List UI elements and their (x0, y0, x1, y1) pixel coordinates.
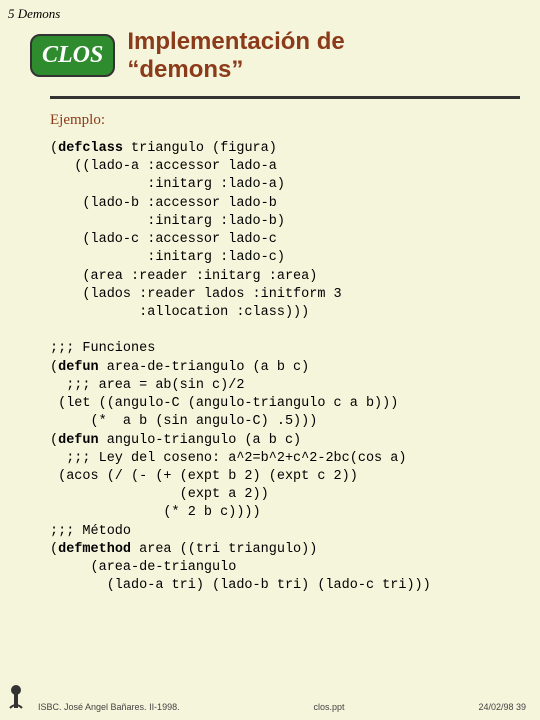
logo-icon (6, 684, 26, 712)
chapter-label: 5 Demons (8, 6, 60, 22)
code-line: ;;; Método (50, 524, 131, 539)
keyword-defclass: defclass (58, 141, 123, 156)
code-line: :initarg :lado-b) (50, 214, 285, 229)
code-line: :initarg :lado-c) (50, 250, 285, 265)
code-line: ( (50, 433, 58, 448)
title-line2: “demons” (127, 56, 243, 83)
footer-filename: clos.ppt (180, 702, 479, 712)
code-line: (let ((angulo-C (angulo-triangulo c a b)… (50, 396, 398, 411)
code-block: (defclass triangulo (figura) ((lado-a :a… (50, 140, 526, 595)
code-line: ;;; Funciones (50, 341, 155, 356)
code-line: :allocation :class))) (50, 305, 309, 320)
code-line: ( (50, 542, 58, 557)
code-line: ( (50, 141, 58, 156)
title-underline (50, 96, 520, 99)
code-line: ( (50, 360, 58, 375)
slide: 5 Demons CLOS Implementación de “demons”… (0, 0, 540, 720)
code-line: ;;; Ley del coseno: a^2=b^2+c^2-2bc(cos … (50, 451, 406, 466)
keyword-defun: defun (58, 433, 99, 448)
code-line: (lado-a tri) (lado-b tri) (lado-c tri))) (50, 578, 431, 593)
code-line: (acos (/ (- (+ (expt b 2) (expt c 2)) (50, 469, 358, 484)
title-line1: Implementación de (127, 28, 344, 55)
code-line: ;;; area = ab(sin c)/2 (50, 378, 244, 393)
code-line: ((lado-a :accessor lado-a (50, 159, 277, 174)
example-label: Ejemplo: (50, 112, 105, 129)
code-line: angulo-triangulo (a b c) (99, 433, 302, 448)
footer-date-page: 24/02/98 39 (478, 702, 526, 712)
code-line: (lados :reader lados :initform 3 (50, 287, 342, 302)
footer-author: ISBC. José Angel Bañares. II-1998. (38, 702, 180, 712)
code-line: (expt a 2)) (50, 487, 269, 502)
code-line: area ((tri triangulo)) (131, 542, 317, 557)
code-line: (* a b (sin angulo-C) .5))) (50, 414, 317, 429)
code-line: (* 2 b c)))) (50, 505, 261, 520)
code-line: :initarg :lado-a) (50, 177, 285, 192)
code-line: (lado-b :accessor lado-b (50, 196, 277, 211)
code-line: area-de-triangulo (a b c) (99, 360, 310, 375)
header: CLOS Implementación de “demons” (30, 28, 520, 83)
code-line: (area-de-triangulo (50, 560, 236, 575)
page-title: Implementación de “demons” (127, 28, 344, 83)
code-line: (lado-c :accessor lado-c (50, 232, 277, 247)
footer: ISBC. José Angel Bañares. II-1998. clos.… (0, 684, 540, 712)
code-line: (area :reader :initarg :area) (50, 269, 317, 284)
clos-badge: CLOS (30, 34, 115, 77)
keyword-defmethod: defmethod (58, 542, 131, 557)
keyword-defun: defun (58, 360, 99, 375)
code-line: triangulo (figura) (123, 141, 277, 156)
